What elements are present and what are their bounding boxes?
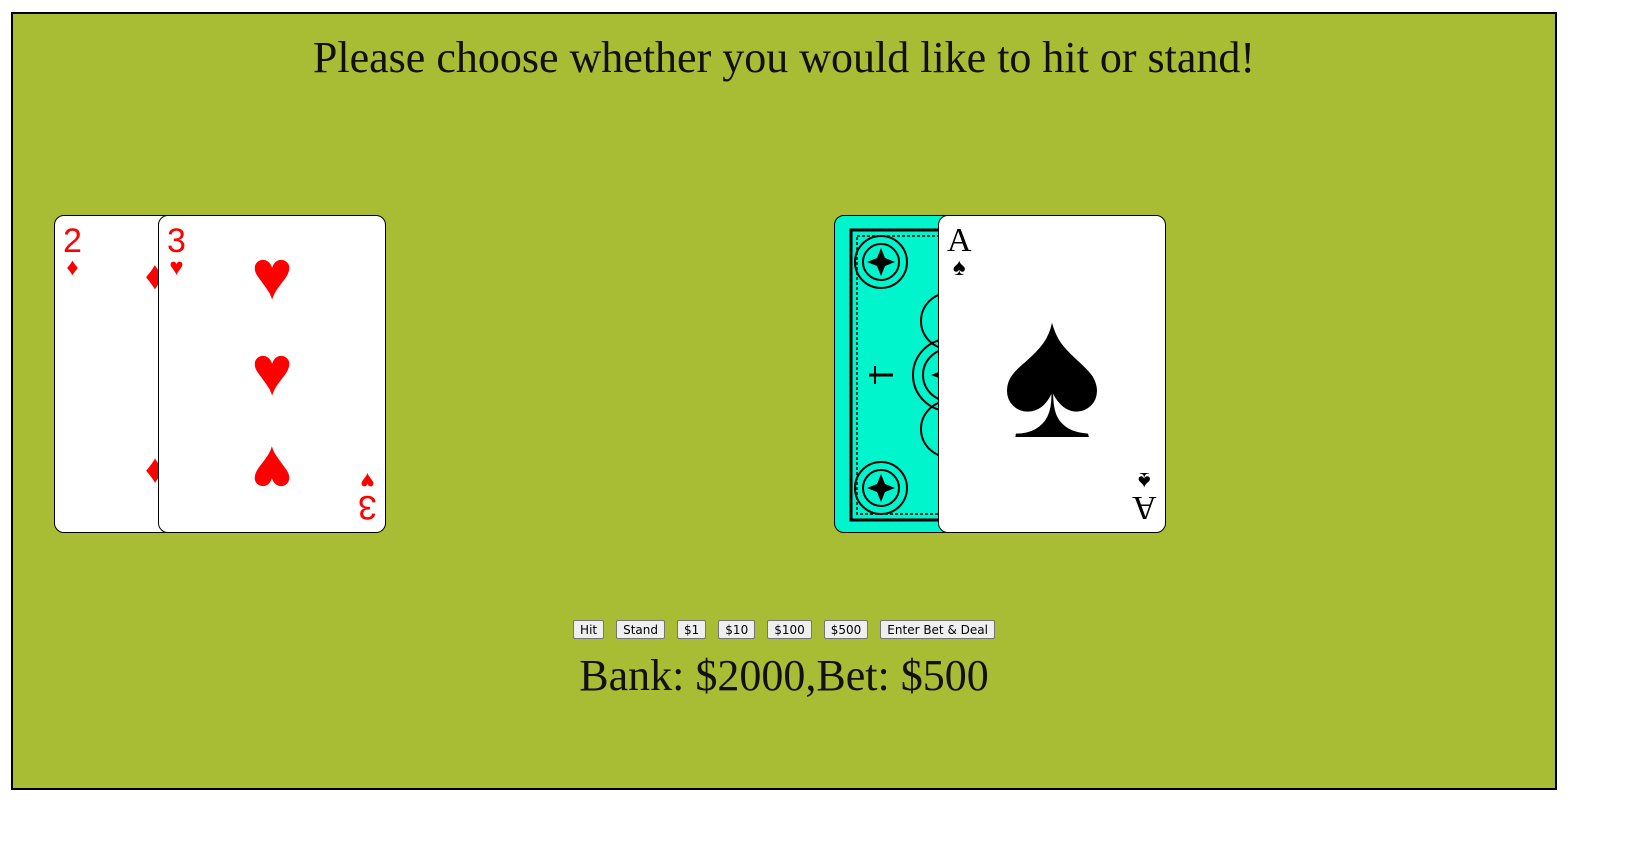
heart-icon: ♥	[251, 431, 293, 508]
bet-500-button[interactable]: $500	[823, 620, 869, 639]
card-rank: 3	[358, 488, 377, 526]
dealer-card-ace: A ♠ ♠ A ♠	[938, 215, 1166, 533]
card-rank: A	[1132, 489, 1157, 526]
spade-icon: ♠	[1001, 269, 1103, 479]
spade-icon: ♠	[952, 254, 966, 281]
card-corner-bottom: A ♠	[1132, 467, 1157, 526]
card-rank: 2	[63, 222, 82, 260]
bet-1-button[interactable]: $1	[677, 620, 707, 639]
action-bar: Hit Stand $1 $10 $100 $500 Enter Bet & D…	[13, 620, 1555, 639]
heart-icon: ♥	[169, 254, 184, 281]
heart-icon: ♥	[251, 238, 293, 315]
game-message: Please choose whether you would like to …	[312, 33, 1256, 82]
player-card-2: 3 ♥ ♥ ♥ ♥ 3 ♥	[158, 215, 386, 533]
card-corner-top: 2 ♦	[63, 224, 82, 280]
card-rank: 3	[167, 222, 186, 260]
deal-button[interactable]: Enter Bet & Deal	[880, 620, 995, 639]
game-table: Please choose whether you would like to …	[11, 12, 1557, 790]
card-corner-top: A ♠	[947, 224, 972, 280]
heart-icon: ♥	[360, 467, 375, 494]
card-corner-bottom: 3 ♥	[358, 467, 377, 526]
stand-button[interactable]: Stand	[616, 620, 666, 639]
bet-100-button[interactable]: $100	[767, 620, 812, 639]
bank-status: Bank: $2000,Bet: $500	[579, 651, 989, 700]
card-corner-top: 3 ♥	[167, 224, 186, 280]
card-rank: A	[947, 222, 972, 259]
bet-10-button[interactable]: $10	[718, 620, 756, 639]
hit-button[interactable]: Hit	[573, 620, 605, 639]
heart-icon: ♥	[251, 334, 293, 411]
